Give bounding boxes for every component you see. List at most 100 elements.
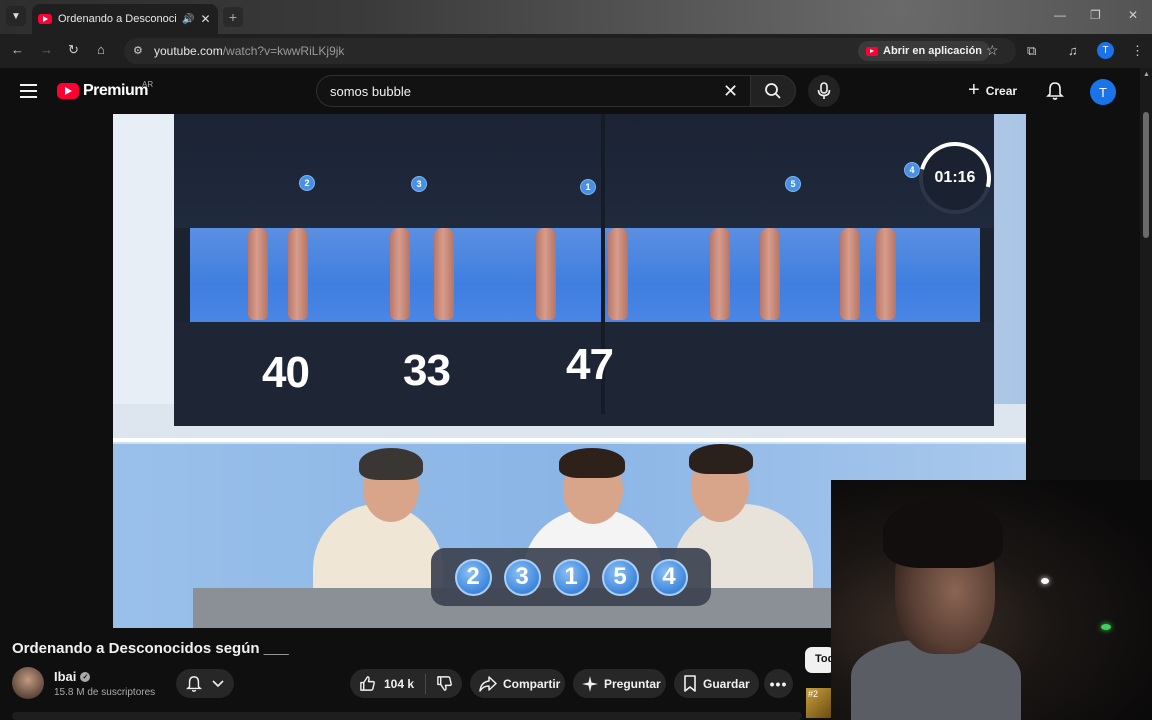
dislike-button[interactable] <box>426 675 462 692</box>
channel-name: Ibai <box>54 669 77 684</box>
position-badge: 2 <box>299 175 315 191</box>
sparkle-icon <box>582 675 598 692</box>
search-query: somos bubble <box>330 84 411 99</box>
leg <box>840 228 860 320</box>
browser-tab-active[interactable]: Ordenando a Desconocidos según ___ 🔊 ✕ <box>32 4 218 34</box>
like-dislike-group: 104 k <box>350 669 462 698</box>
related-video-thumbnail[interactable]: #2 <box>806 688 832 718</box>
voice-search-button[interactable] <box>808 75 840 107</box>
like-count: 104 k <box>384 676 415 691</box>
browser-tabstrip: ▼ Ordenando a Desconocidos según ___ 🔊 ✕… <box>0 0 1152 34</box>
plus-icon: + <box>968 78 980 101</box>
browser-toolbar: ← → ↻ ⌂ ⚙ youtube.com/watch?v=kwwRiLKj9j… <box>0 34 1152 68</box>
notifications-button[interactable] <box>1046 81 1064 106</box>
age-number: 40 <box>262 348 310 397</box>
scrollbar-thumb[interactable] <box>1143 112 1149 238</box>
site-info-icon[interactable]: ⚙ <box>133 44 143 57</box>
order-chip: 3 <box>503 558 541 596</box>
youtube-logo-icon <box>57 83 79 99</box>
age-number: 33 <box>403 346 451 395</box>
youtube-app-icon <box>866 46 878 56</box>
countdown-timer: 01:16 <box>905 128 1005 228</box>
new-tab-plus-icon[interactable]: + <box>223 7 243 27</box>
order-chip: 5 <box>601 558 639 596</box>
thumbs-up-icon <box>360 676 375 691</box>
video-title: Ordenando a Desconocidos según ___ <box>12 640 289 657</box>
age-number: 47 <box>566 340 614 389</box>
url-path: /watch?v=kwwRiLKj9jk <box>222 44 345 58</box>
back-arrow-icon[interactable]: ← <box>11 42 24 57</box>
browser-profile-avatar[interactable]: T <box>1097 42 1114 59</box>
minimize-icon[interactable]: — <box>1054 8 1066 22</box>
url-host: youtube.com <box>154 44 223 58</box>
account-avatar[interactable]: T <box>1090 79 1116 105</box>
chevron-down-icon <box>212 679 224 687</box>
speaker-icon[interactable]: 🔊 <box>182 14 194 25</box>
leg <box>434 228 454 320</box>
bell-icon <box>1046 82 1064 100</box>
curtain-panel: 2 3 1 5 4 40 33 47 <box>174 114 994 426</box>
scroll-up-arrow-icon[interactable]: ▲ <box>1143 71 1150 78</box>
clear-search-icon[interactable]: ✕ <box>723 81 738 102</box>
search-input[interactable]: somos bubble ✕ <box>316 75 750 107</box>
media-controls-icon[interactable]: ♫ <box>1068 43 1078 58</box>
open-in-app-button[interactable]: Abrir en aplicación <box>858 41 991 61</box>
order-chip: 1 <box>552 558 590 596</box>
tab-search-chevron-down-icon[interactable]: ▼ <box>6 6 26 26</box>
webcam-person-hair <box>883 498 1003 568</box>
share-icon <box>479 675 497 692</box>
tab-close-icon[interactable]: ✕ <box>200 12 210 26</box>
create-label: Crear <box>985 84 1018 98</box>
logo-text: Premium <box>83 82 148 99</box>
leg <box>288 228 308 320</box>
youtube-header: Premium AR somos bubble ✕ + Crear T <box>0 68 1152 114</box>
webcam-light <box>1041 578 1049 584</box>
save-label: Guardar <box>703 676 750 691</box>
thumbnail-label: #2 <box>808 689 819 699</box>
bell-icon <box>186 675 202 692</box>
webcam-overlay <box>831 480 1152 720</box>
thumbs-down-icon <box>436 676 452 691</box>
webcam-green-light <box>1101 624 1111 630</box>
leg <box>876 228 896 320</box>
split-divider <box>113 438 1026 442</box>
channel-name-link[interactable]: Ibai ✓ <box>54 669 91 684</box>
person-hair <box>359 448 423 480</box>
ask-label: Preguntar <box>604 676 661 691</box>
home-icon[interactable]: ⌂ <box>97 42 105 57</box>
leg <box>248 228 268 320</box>
microphone-icon <box>817 82 831 99</box>
share-button[interactable]: Compartir <box>470 669 565 698</box>
extensions-icon[interactable]: ⧉ <box>1027 43 1036 59</box>
verified-check-icon: ✓ <box>80 671 91 682</box>
leg <box>760 228 780 320</box>
reload-icon[interactable]: ↻ <box>68 42 79 58</box>
address-bar[interactable]: ⚙ youtube.com/watch?v=kwwRiLKj9jk Abrir … <box>124 38 1016 64</box>
hamburger-menu-icon[interactable] <box>20 84 37 98</box>
logo-region: AR <box>142 80 154 89</box>
bookmark-icon <box>684 675 696 692</box>
browser-menu-icon[interactable]: ⋮ <box>1131 43 1144 59</box>
order-chip: 2 <box>454 558 492 596</box>
subscription-notifications-button[interactable] <box>176 669 234 698</box>
forward-arrow-icon[interactable]: → <box>40 42 53 57</box>
order-chip: 4 <box>650 558 688 596</box>
person-hair <box>689 444 753 474</box>
leg <box>536 228 556 320</box>
leg <box>390 228 410 320</box>
window-close-icon[interactable]: ✕ <box>1128 8 1138 22</box>
bookmark-star-icon[interactable]: ☆ <box>986 42 999 59</box>
ask-button[interactable]: Preguntar <box>573 669 666 698</box>
save-button[interactable]: Guardar <box>674 669 759 698</box>
youtube-premium-logo[interactable]: Premium <box>57 82 148 100</box>
search-button[interactable] <box>750 75 796 107</box>
like-button[interactable]: 104 k <box>350 673 426 694</box>
person-hair <box>559 448 625 478</box>
more-actions-icon[interactable]: ••• <box>764 669 793 698</box>
share-label: Compartir <box>503 676 561 691</box>
channel-avatar[interactable] <box>12 667 44 699</box>
tab-title: Ordenando a Desconocidos según ___ <box>58 13 176 25</box>
search-icon <box>765 83 781 99</box>
create-button[interactable]: + Crear <box>968 78 1017 104</box>
restore-icon[interactable]: ❐ <box>1090 8 1101 22</box>
